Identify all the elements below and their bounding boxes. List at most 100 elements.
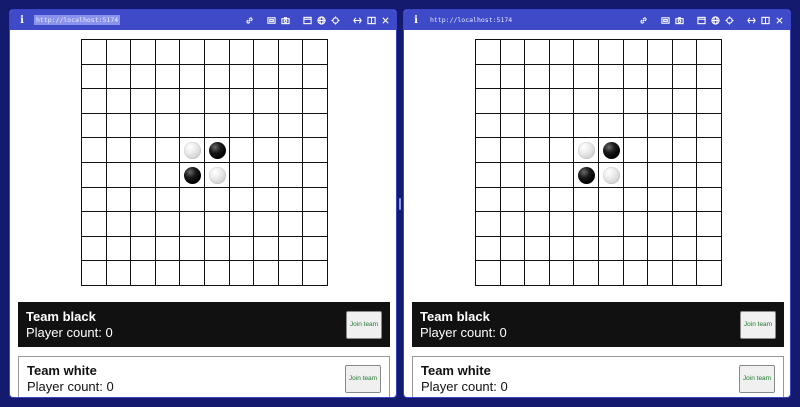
board-cell[interactable] <box>155 212 181 237</box>
board-cell[interactable] <box>500 236 526 262</box>
link-icon[interactable] <box>245 16 254 25</box>
url-field[interactable]: http://localhost:5174 <box>34 15 121 25</box>
board-cell[interactable] <box>254 138 279 163</box>
board-cell[interactable] <box>574 212 599 237</box>
board-cell[interactable] <box>672 113 698 139</box>
board-cell[interactable] <box>598 64 624 90</box>
board-cell[interactable] <box>303 236 328 262</box>
board-cell[interactable] <box>82 64 107 90</box>
board-cell[interactable] <box>303 261 328 286</box>
board-cell[interactable] <box>254 187 279 213</box>
split-icon[interactable] <box>367 16 376 25</box>
board-cell[interactable] <box>476 261 501 286</box>
board-cell[interactable] <box>204 261 230 286</box>
board-cell[interactable] <box>549 64 575 90</box>
board-cell[interactable] <box>648 138 673 163</box>
board-cell[interactable] <box>254 40 279 65</box>
board-cell[interactable] <box>82 138 107 163</box>
board-cell[interactable] <box>623 40 649 65</box>
board-cell[interactable] <box>525 212 550 237</box>
board-cell[interactable] <box>204 138 230 163</box>
board-cell[interactable] <box>180 162 205 188</box>
board-cell[interactable] <box>574 162 599 188</box>
board-cell[interactable] <box>476 64 501 90</box>
board-cell[interactable] <box>697 212 722 237</box>
board-cell[interactable] <box>525 162 550 188</box>
board-cell[interactable] <box>672 187 698 213</box>
board-cell[interactable] <box>500 113 526 139</box>
board-cell[interactable] <box>180 187 205 213</box>
board-cell[interactable] <box>131 187 156 213</box>
board-cell[interactable] <box>476 236 501 262</box>
board-cell[interactable] <box>106 187 132 213</box>
join-team-button[interactable]: Join team <box>740 310 776 339</box>
url-field[interactable]: http://localhost:5174 <box>428 15 514 25</box>
board-cell[interactable] <box>623 261 649 286</box>
info-icon[interactable]: i <box>16 15 28 26</box>
screenshot-icon[interactable] <box>661 16 670 25</box>
board-cell[interactable] <box>623 162 649 188</box>
window-icon[interactable] <box>697 16 706 25</box>
board-cell[interactable] <box>180 64 205 90</box>
board-cell[interactable] <box>180 113 205 139</box>
board-cell[interactable] <box>131 212 156 237</box>
board-cell[interactable] <box>623 187 649 213</box>
board-cell[interactable] <box>303 187 328 213</box>
board-cell[interactable] <box>106 212 132 237</box>
board-cell[interactable] <box>303 138 328 163</box>
board-cell[interactable] <box>648 187 673 213</box>
window-icon[interactable] <box>303 16 312 25</box>
board-cell[interactable] <box>204 236 230 262</box>
board-cell[interactable] <box>204 212 230 237</box>
board-cell[interactable] <box>155 162 181 188</box>
board-cell[interactable] <box>574 187 599 213</box>
board-cell[interactable] <box>106 138 132 163</box>
board-cell[interactable] <box>82 236 107 262</box>
board-cell[interactable] <box>500 212 526 237</box>
board-cell[interactable] <box>278 113 304 139</box>
board-cell[interactable] <box>229 89 255 114</box>
board-cell[interactable] <box>525 64 550 90</box>
board-cell[interactable] <box>648 236 673 262</box>
board-cell[interactable] <box>229 162 255 188</box>
board-cell[interactable] <box>672 261 698 286</box>
board-cell[interactable] <box>155 64 181 90</box>
board-cell[interactable] <box>303 64 328 90</box>
screenshot-icon[interactable] <box>267 16 276 25</box>
board-cell[interactable] <box>278 40 304 65</box>
board-cell[interactable] <box>500 89 526 114</box>
board-cell[interactable] <box>229 236 255 262</box>
board-cell[interactable] <box>574 236 599 262</box>
board-cell[interactable] <box>598 40 624 65</box>
board-cell[interactable] <box>131 113 156 139</box>
board-cell[interactable] <box>82 113 107 139</box>
board-cell[interactable] <box>549 113 575 139</box>
close-icon[interactable] <box>381 16 390 25</box>
board-cell[interactable] <box>155 187 181 213</box>
board-cell[interactable] <box>598 187 624 213</box>
board-cell[interactable] <box>598 261 624 286</box>
board-cell[interactable] <box>648 89 673 114</box>
board-cell[interactable] <box>278 236 304 262</box>
board-cell[interactable] <box>303 89 328 114</box>
board-cell[interactable] <box>549 212 575 237</box>
board-cell[interactable] <box>500 162 526 188</box>
board-cell[interactable] <box>476 212 501 237</box>
board-cell[interactable] <box>648 162 673 188</box>
board-cell[interactable] <box>180 138 205 163</box>
board-cell[interactable] <box>648 40 673 65</box>
board-cell[interactable] <box>549 40 575 65</box>
board-cell[interactable] <box>697 138 722 163</box>
board-cell[interactable] <box>574 138 599 163</box>
board-cell[interactable] <box>672 40 698 65</box>
target-icon[interactable] <box>331 15 340 25</box>
board-cell[interactable] <box>476 40 501 65</box>
board-cell[interactable] <box>598 212 624 237</box>
board-cell[interactable] <box>623 236 649 262</box>
board-cell[interactable] <box>180 261 205 286</box>
board-cell[interactable] <box>229 138 255 163</box>
board-cell[interactable] <box>623 64 649 90</box>
board-cell[interactable] <box>672 236 698 262</box>
board-cell[interactable] <box>697 64 722 90</box>
board-cell[interactable] <box>697 113 722 139</box>
